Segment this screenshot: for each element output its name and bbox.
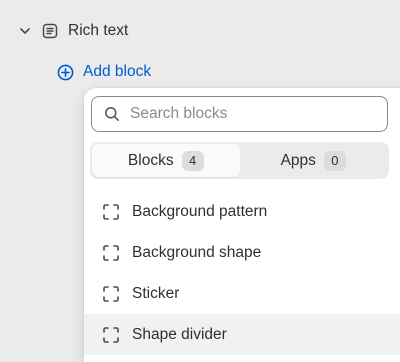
block-placeholder-icon bbox=[103, 285, 119, 302]
block-placeholder-icon bbox=[103, 203, 119, 220]
add-block-label: Add block bbox=[83, 63, 152, 80]
plus-circle-icon bbox=[57, 63, 75, 81]
add-block-button[interactable]: Add block bbox=[57, 60, 151, 84]
section-rich-text[interactable]: Rich text bbox=[18, 19, 128, 43]
tab-blocks-label: Blocks bbox=[127, 151, 174, 169]
list-item-label: Shape divider bbox=[132, 325, 227, 343]
search-input[interactable] bbox=[130, 105, 370, 123]
list-item-label: Sticker bbox=[132, 284, 180, 302]
list-item-background-shape[interactable]: Background shape bbox=[84, 232, 400, 273]
tab-blocks-count: 4 bbox=[181, 150, 204, 171]
tab-apps-count: 0 bbox=[323, 150, 346, 171]
block-list: Background pattern Background shape Stic… bbox=[84, 191, 400, 355]
block-tabs: Blocks 4 Apps 0 bbox=[90, 142, 389, 179]
tab-blocks[interactable]: Blocks 4 bbox=[92, 144, 240, 177]
list-item-shape-divider[interactable]: Shape divider bbox=[84, 314, 400, 355]
tab-apps[interactable]: Apps 0 bbox=[240, 144, 388, 177]
block-placeholder-icon bbox=[103, 326, 119, 343]
search-icon bbox=[104, 105, 122, 123]
text-block-icon bbox=[42, 22, 60, 40]
list-item-label: Background pattern bbox=[132, 202, 268, 220]
tab-apps-label: Apps bbox=[280, 151, 316, 169]
list-item-background-pattern[interactable]: Background pattern bbox=[84, 191, 400, 232]
section-label: Rich text bbox=[68, 22, 129, 39]
search-field[interactable] bbox=[91, 96, 388, 132]
list-item-label: Background shape bbox=[132, 243, 262, 261]
chevron-down-icon[interactable] bbox=[18, 24, 32, 38]
block-placeholder-icon bbox=[103, 244, 119, 261]
list-item-sticker[interactable]: Sticker bbox=[84, 273, 400, 314]
add-block-popover: Blocks 4 Apps 0 Background pattern Backg… bbox=[84, 88, 400, 362]
